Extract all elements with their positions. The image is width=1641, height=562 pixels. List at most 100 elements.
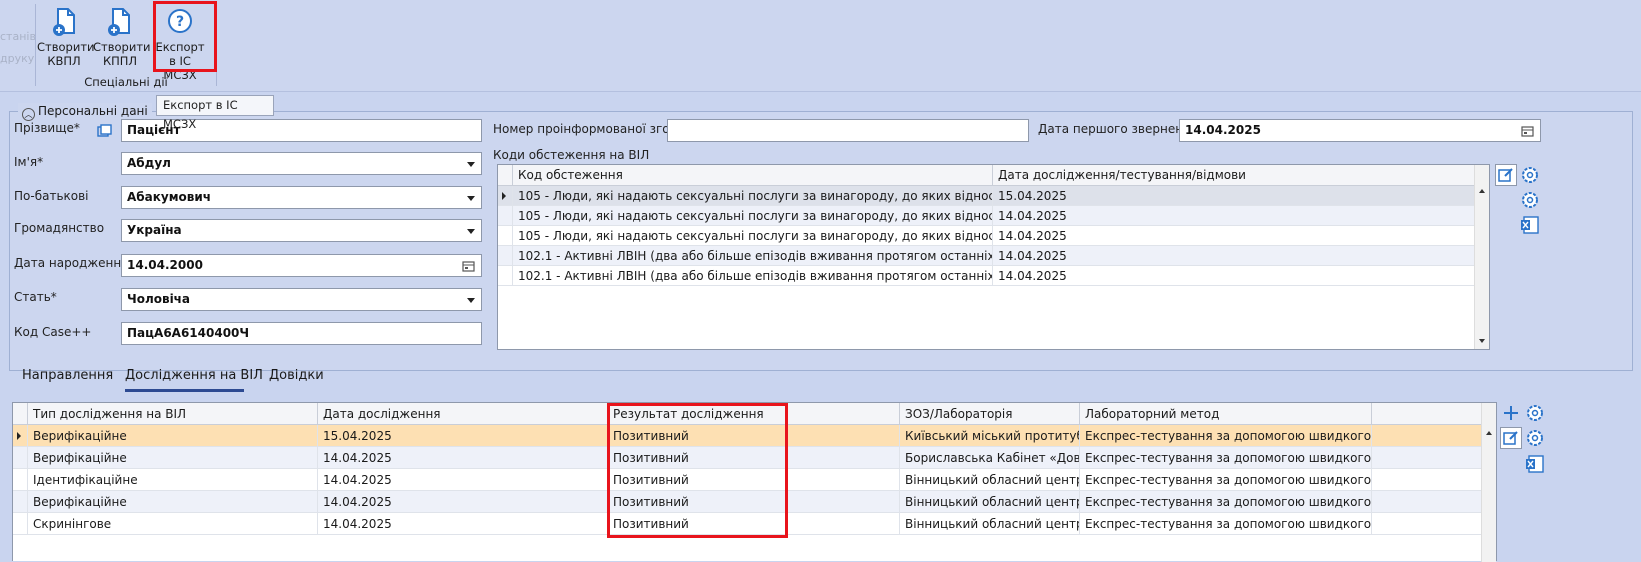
cell-type[interactable]: Верифікаційне xyxy=(27,491,317,513)
tab-hiv-research[interactable]: Дослідження на ВІЛ xyxy=(125,368,263,383)
cell-code[interactable]: 105 - Люди, які надають сексуальні послу… xyxy=(512,226,992,246)
sex-select[interactable]: Чоловіча xyxy=(121,288,482,311)
sex-label: Стать* xyxy=(14,290,57,304)
name-select[interactable]: Абдул xyxy=(121,152,482,175)
cell-date[interactable]: 14.04.2025 xyxy=(992,266,1475,286)
document-add-icon xyxy=(108,8,130,36)
col-header-lab[interactable]: ЗОЗ/Лабораторія xyxy=(899,403,1079,425)
highlight-box-result xyxy=(607,403,788,538)
cell-lab[interactable]: Вінницький обласний центр... xyxy=(899,513,1079,535)
settings-icon[interactable] xyxy=(1524,427,1546,449)
cell-code[interactable]: 105 - Люди, які надають сексуальні послу… xyxy=(512,206,992,226)
first-visit-value: 14.04.2025 xyxy=(1185,123,1261,137)
chevron-down-icon[interactable] xyxy=(467,196,475,201)
name-label: Ім'я* xyxy=(14,155,44,169)
cell-empty xyxy=(1371,491,1482,513)
copy-icon[interactable] xyxy=(97,124,113,141)
cell-type[interactable]: Ідентифікаційне xyxy=(27,469,317,491)
col-header-date[interactable]: Дата дослідження/тестування/відмови xyxy=(992,165,1475,186)
cell-empty xyxy=(1371,513,1482,535)
citizenship-label: Громадянство xyxy=(14,221,105,235)
chevron-down-icon[interactable] xyxy=(467,298,475,303)
patronymic-select[interactable]: Абакумович xyxy=(121,186,482,209)
excel-export-icon[interactable] xyxy=(1519,214,1541,236)
cell-date[interactable]: 14.04.2025 xyxy=(992,206,1475,226)
row-pointer-icon xyxy=(17,432,21,440)
dob-value: 14.04.2000 xyxy=(127,258,203,272)
cell-empty xyxy=(1371,425,1482,447)
sex-value: Чоловіча xyxy=(127,292,191,306)
ribbon: станів друку Створити КВПЛ Створити КППЛ… xyxy=(0,0,1641,92)
add-icon[interactable] xyxy=(1500,402,1522,424)
research-grid-scrollbar[interactable] xyxy=(1481,403,1496,562)
highlight-box-export xyxy=(153,1,217,72)
excel-export-icon[interactable] xyxy=(1524,453,1546,475)
col-header-empty xyxy=(1371,403,1482,425)
first-visit-field[interactable]: 14.04.2025 xyxy=(1179,119,1541,142)
cell-method[interactable]: Експрес-тестування за допомогою швидкого… xyxy=(1079,447,1371,469)
cell-date[interactable]: 14.04.2025 xyxy=(317,491,607,513)
calendar-icon[interactable] xyxy=(462,260,475,272)
calendar-icon[interactable] xyxy=(1521,125,1534,137)
col-header-date[interactable]: Дата дослідження xyxy=(317,403,607,425)
dob-field[interactable]: 14.04.2000 xyxy=(121,254,482,277)
table-row[interactable]: 102.1 - Активні ЛВІН (два або більше епі… xyxy=(498,266,1475,286)
settings-icon[interactable] xyxy=(1519,189,1541,211)
cell-type[interactable]: Скринінгове xyxy=(27,513,317,535)
cell-code[interactable]: 102.1 - Активні ЛВІН (два або більше епі… xyxy=(512,266,992,286)
table-row[interactable]: 105 - Люди, які надають сексуальні послу… xyxy=(498,206,1475,226)
scroll-up-icon[interactable] xyxy=(1482,427,1496,439)
cell-code[interactable]: 105 - Люди, які надають сексуальні послу… xyxy=(512,186,992,206)
settings-icon[interactable] xyxy=(1524,402,1546,424)
cell-date[interactable]: 15.04.2025 xyxy=(317,425,607,447)
cell-code[interactable]: 102.1 - Активні ЛВІН (два або більше епі… xyxy=(512,246,992,266)
collapse-chevron-icon[interactable]: ︿ xyxy=(22,108,35,121)
scroll-up-icon[interactable] xyxy=(1475,185,1489,197)
patronymic-value: Абакумович xyxy=(127,190,212,204)
ribbon-cut-label: станів xyxy=(0,30,36,43)
citizenship-select[interactable]: Україна xyxy=(121,219,482,242)
scroll-down-icon[interactable] xyxy=(1475,335,1489,347)
create-kvpl-label: Створити КВПЛ xyxy=(37,40,95,68)
cell-type[interactable]: Верифікаційне xyxy=(27,425,317,447)
edit-icon[interactable] xyxy=(1500,427,1522,449)
cell-date[interactable]: 15.04.2025 xyxy=(992,186,1475,206)
cell-lab[interactable]: Вінницький обласний центр... xyxy=(899,469,1079,491)
cell-date[interactable]: 14.04.2025 xyxy=(317,447,607,469)
cell-date[interactable]: 14.04.2025 xyxy=(317,513,607,535)
case-code-field[interactable]: ПацА6А6140400Ч xyxy=(121,322,482,345)
table-row[interactable]: 102.1 - Активні ЛВІН (два або більше епі… xyxy=(498,246,1475,266)
cell-lab[interactable]: Київський міський протитуб... xyxy=(899,425,1079,447)
document-add-icon xyxy=(53,8,75,36)
name-value: Абдул xyxy=(127,156,171,170)
cell-method[interactable]: Експрес-тестування за допомогою швидкого… xyxy=(1079,469,1371,491)
cell-method[interactable]: Експрес-тестування за допомогою швидкого… xyxy=(1079,513,1371,535)
tab-certificates[interactable]: Довідки xyxy=(269,368,324,383)
create-kppl-button[interactable]: Створити КППЛ xyxy=(93,4,151,68)
settings-icon[interactable] xyxy=(1519,164,1541,186)
row-pointer-icon xyxy=(502,192,506,200)
cell-lab[interactable]: Вінницький обласний центр... xyxy=(899,491,1079,513)
col-header-code[interactable]: Код обстеження xyxy=(512,165,992,186)
table-row[interactable]: 105 - Люди, які надають сексуальні послу… xyxy=(498,186,1475,206)
chevron-down-icon[interactable] xyxy=(467,162,475,167)
cell-method[interactable]: Експрес-тестування за допомогою швидкого… xyxy=(1079,491,1371,513)
cell-type[interactable]: Верифікаційне xyxy=(27,447,317,469)
create-kvpl-button[interactable]: Створити КВПЛ xyxy=(37,4,95,68)
col-header-type[interactable]: Тип дослідження на ВІЛ xyxy=(27,403,317,425)
tab-referrals[interactable]: Направлення xyxy=(22,368,113,383)
personal-data-title: Персональні дані xyxy=(38,104,148,118)
cell-date[interactable]: 14.04.2025 xyxy=(992,226,1475,246)
table-row[interactable]: 105 - Люди, які надають сексуальні послу… xyxy=(498,226,1475,246)
codes-grid-scrollbar[interactable] xyxy=(1474,165,1489,349)
consent-field[interactable] xyxy=(667,119,1029,142)
col-header-method[interactable]: Лабораторний метод xyxy=(1079,403,1371,425)
edit-icon[interactable] xyxy=(1495,164,1517,186)
cell-date[interactable]: 14.04.2025 xyxy=(317,469,607,491)
cell-lab[interactable]: Бориславська Кабінет «Дові... xyxy=(899,447,1079,469)
cell-date[interactable]: 14.04.2025 xyxy=(992,246,1475,266)
dob-label: Дата народження* xyxy=(14,256,135,270)
cell-method[interactable]: Експрес-тестування за допомогою швидкого… xyxy=(1079,425,1371,447)
case-code-value: ПацА6А6140400Ч xyxy=(127,326,250,340)
chevron-down-icon[interactable] xyxy=(467,229,475,234)
